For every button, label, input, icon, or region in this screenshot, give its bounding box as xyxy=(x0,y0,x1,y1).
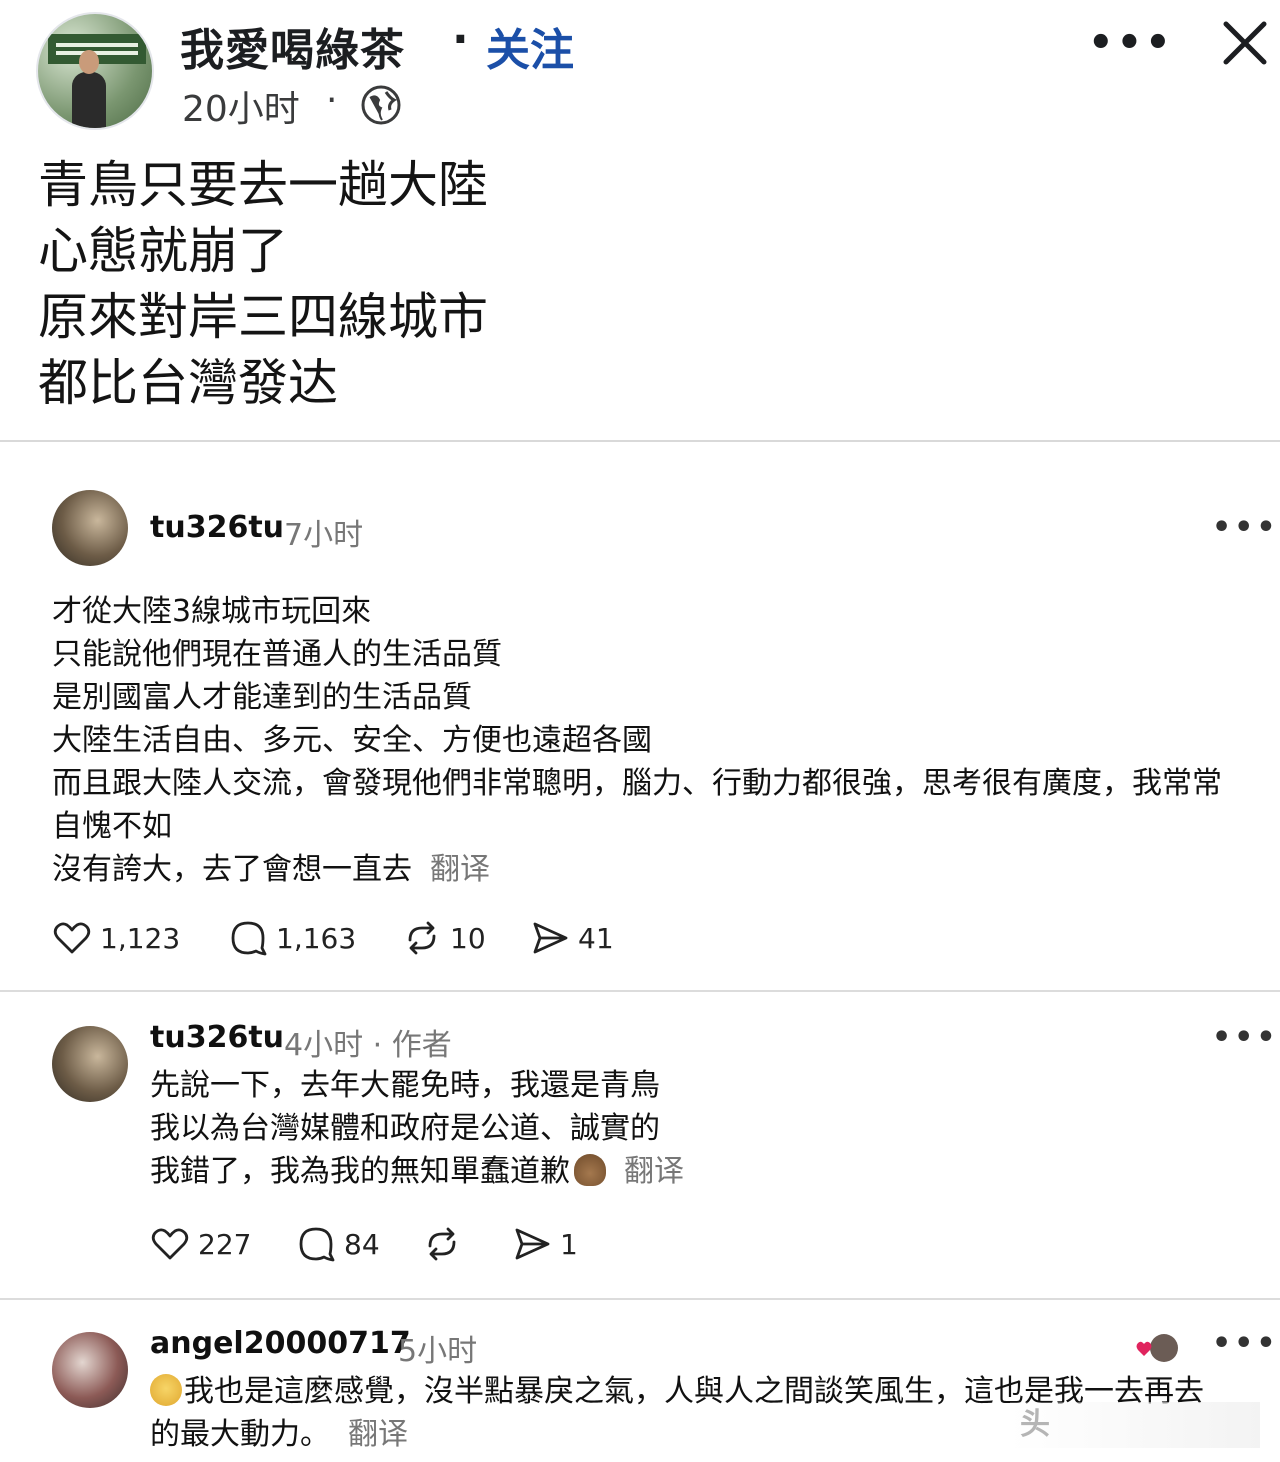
comment-time: 5小时 xyxy=(398,1334,478,1369)
like-count: 227 xyxy=(198,1227,252,1261)
send-icon xyxy=(533,922,568,954)
comment-time: 7小时 xyxy=(284,518,364,553)
comment-more-button[interactable]: ••• xyxy=(1212,510,1279,545)
comment-actions: 227 84 1 xyxy=(150,1222,600,1266)
post-line: 心態就崩了 xyxy=(38,222,288,280)
reaction-icon xyxy=(1136,1334,1178,1362)
author-name[interactable]: 我愛喝綠茶 xyxy=(180,14,405,78)
author-avatar[interactable] xyxy=(36,12,154,130)
header-separator: · xyxy=(452,14,469,65)
avatar-person-graphic xyxy=(72,50,106,128)
comment-line-last: 沒有誇大，去了會想一直去 翻译 xyxy=(52,848,1222,891)
share-button[interactable]: 1 xyxy=(512,1222,578,1266)
poo-emoji-icon xyxy=(574,1154,606,1186)
smile-emoji-icon xyxy=(150,1374,182,1406)
comment-username[interactable]: tu326tu xyxy=(150,1020,284,1055)
repost-count: 10 xyxy=(450,921,486,955)
reply-button[interactable]: 1,163 xyxy=(228,916,356,960)
post-text: 青鳥只要去一趟大陸 心態就崩了 原來對岸三四線城市 都比台灣發达 xyxy=(38,152,1238,416)
like-count: 1,123 xyxy=(100,921,181,955)
embedded-threads-screenshot: tu326tu 7小时 ••• 才從大陸3線城市玩回來 只能說他們現在普通人的生… xyxy=(0,440,1280,1462)
share-count: 1 xyxy=(560,1227,578,1261)
reply-count: 84 xyxy=(344,1227,380,1261)
like-button[interactable]: 227 xyxy=(150,1222,251,1266)
comment-line: 我錯了，我為我的無知單蠢道歉 xyxy=(150,1154,570,1189)
share-count: 41 xyxy=(578,921,614,955)
share-button[interactable]: 41 xyxy=(530,916,614,960)
comment-text: 才從大陸3線城市玩回來 只能說他們現在普通人的生活品質 是別國富人才能達到的生活… xyxy=(52,590,1222,891)
post-more-button[interactable]: ••• xyxy=(1088,20,1174,66)
translate-link[interactable]: 翻译 xyxy=(624,1154,684,1189)
comment-line-last: 我錯了，我為我的無知單蠢道歉 翻译 xyxy=(150,1150,684,1193)
comment-time: 4小时 · 作者 xyxy=(284,1028,452,1063)
heart-icon xyxy=(151,1228,189,1260)
time-separator: · xyxy=(326,80,338,121)
repost-button[interactable] xyxy=(422,1222,470,1266)
repost-icon xyxy=(428,1227,456,1261)
comment-line: 才從大陸3線城市玩回來 xyxy=(52,594,372,629)
comment-line: 先說一下，去年大罷免時，我還是青鳥 xyxy=(150,1068,660,1103)
comment-icon xyxy=(299,1227,335,1262)
translate-link[interactable]: 翻译 xyxy=(430,852,490,887)
comment-more-button[interactable]: ••• xyxy=(1212,1020,1279,1055)
comment-divider xyxy=(0,990,1280,992)
heart-icon xyxy=(53,922,91,954)
comment-text: 先說一下，去年大罷免時，我還是青鳥 我以為台灣媒體和政府是公道、誠實的 我錯了，… xyxy=(150,1064,684,1193)
comment-line: 的最大動力。 xyxy=(150,1417,330,1452)
avatar[interactable] xyxy=(52,1332,128,1408)
avatar[interactable] xyxy=(52,1026,128,1102)
comment-username[interactable]: angel20000717 xyxy=(150,1326,411,1361)
globe-icon xyxy=(361,85,401,125)
send-icon xyxy=(515,1228,550,1260)
comment-line: 自愧不如 xyxy=(52,809,172,844)
comment-line: 是別國富人才能達到的生活品質 xyxy=(52,680,472,715)
like-button[interactable]: 1,123 xyxy=(52,916,180,960)
comment-line: 而且跟大陸人交流，會發現他們非常聰明，腦力、行動力都很強，思考很有廣度，我常常 xyxy=(52,766,1222,801)
post-line: 都比台灣發达 xyxy=(38,354,338,412)
comment-line: 我以為台灣媒體和政府是公道、誠實的 xyxy=(150,1111,660,1146)
comment-username[interactable]: tu326tu xyxy=(150,510,284,545)
comment-icon xyxy=(231,921,267,956)
comment-line: 大陸生活自由、多元、安全、方便也遠超各國 xyxy=(52,723,652,758)
translate-link[interactable]: 翻译 xyxy=(348,1417,408,1452)
post-time[interactable]: 20小时 xyxy=(182,80,300,132)
avatar[interactable] xyxy=(52,490,128,566)
repost-button[interactable]: 10 xyxy=(402,916,486,960)
watermark-logo: 头 xyxy=(1010,1402,1260,1448)
repost-icon xyxy=(408,921,436,955)
comment-divider xyxy=(0,1298,1280,1300)
follow-button[interactable]: 关注 xyxy=(486,14,574,78)
reply-button[interactable]: 84 xyxy=(296,1222,380,1266)
post-line: 青鳥只要去一趟大陸 xyxy=(38,156,488,214)
comment-line: 只能說他們現在普通人的生活品質 xyxy=(52,637,502,672)
post-header: 我愛喝綠茶 · 关注 20小时 · ••• xyxy=(0,0,1280,140)
comment-actions: 1,123 1,163 10 41 xyxy=(52,916,652,960)
post-line: 原來對岸三四線城市 xyxy=(38,288,488,346)
close-icon[interactable] xyxy=(1222,20,1268,66)
comment-line: 沒有誇大，去了會想一直去 xyxy=(52,852,412,887)
comment-more-button[interactable]: ••• xyxy=(1212,1326,1279,1361)
reply-count: 1,163 xyxy=(276,921,357,955)
